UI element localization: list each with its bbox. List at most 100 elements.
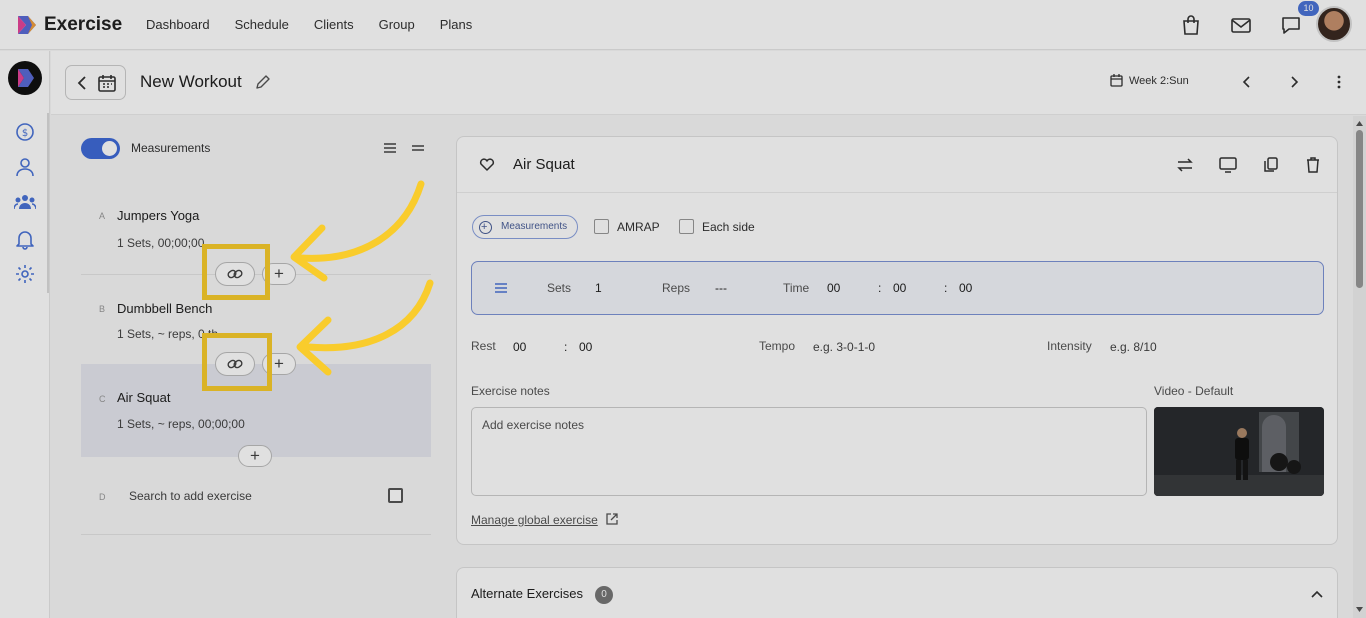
next-week-chevron-icon[interactable] (1287, 75, 1301, 89)
exercise-detail-card: Air Squat Measurements AMRAP Each side S… (456, 136, 1338, 545)
list-view-icon[interactable] (383, 141, 397, 155)
exercise-name: Jumpers Yoga (117, 208, 200, 223)
drag-handle-icon[interactable] (494, 281, 508, 295)
rest-label: Rest (471, 339, 496, 353)
measurements-toggle[interactable] (81, 138, 120, 159)
search-row-checkbox[interactable] (388, 488, 403, 503)
edit-pencil-icon[interactable] (254, 73, 272, 91)
exercise-summary: 1 Sets, 00;00;00 (117, 236, 205, 250)
nav-clients[interactable]: Clients (314, 17, 354, 32)
amrap-checkbox[interactable] (594, 219, 609, 234)
notification-badge: 10 (1298, 1, 1319, 16)
sidebar-rail (47, 113, 49, 293)
page-scrollbar[interactable] (1353, 116, 1366, 618)
nav-schedule[interactable]: Schedule (235, 17, 289, 32)
prev-week-chevron-icon[interactable] (1240, 75, 1254, 89)
rest-seconds-input[interactable]: 00 (579, 340, 592, 354)
time-seconds-input[interactable]: 00 (959, 281, 972, 295)
app-logo-icon[interactable] (16, 14, 38, 36)
svg-text:$: $ (22, 128, 28, 139)
callout-highlight-box (202, 244, 270, 300)
mail-icon[interactable] (1230, 14, 1252, 36)
main-nav: Dashboard Schedule Clients Group Plans (146, 17, 472, 32)
scroll-up-arrow-icon[interactable] (1355, 119, 1364, 127)
scroll-down-arrow-icon[interactable] (1355, 606, 1364, 614)
compact-view-icon[interactable] (411, 141, 425, 155)
copy-icon[interactable] (1262, 156, 1280, 174)
intensity-label: Intensity (1047, 339, 1092, 353)
each-side-label: Each side (702, 220, 755, 234)
workspace-logo[interactable] (8, 61, 42, 95)
alternate-exercises-card[interactable]: Alternate Exercises 0 (456, 567, 1338, 618)
exercise-summary: 1 Sets, ~ reps, 00;00;00 (117, 417, 245, 431)
alternate-exercises-title: Alternate Exercises (471, 586, 583, 601)
bell-icon[interactable] (14, 228, 36, 250)
avatar[interactable] (1316, 6, 1352, 42)
exercise-notes-label: Exercise notes (471, 384, 550, 398)
calendar-icon[interactable] (97, 73, 117, 93)
exercise-name: Dumbbell Bench (117, 301, 213, 316)
nav-plans[interactable]: Plans (440, 17, 473, 32)
divider (81, 534, 431, 535)
chevron-up-icon[interactable] (1310, 587, 1324, 601)
search-exercise-input[interactable]: Search to add exercise (129, 489, 252, 503)
top-bar: Exercise Dashboard Schedule Clients Grou… (0, 0, 1366, 50)
calendar-small-icon (1110, 74, 1123, 87)
heart-icon[interactable] (479, 157, 495, 172)
settings-icon[interactable] (14, 263, 36, 285)
exercise-letter: C (99, 394, 106, 404)
sidebar: $ (0, 51, 50, 618)
video-thumbnail[interactable] (1154, 407, 1324, 496)
exercise-notes-field[interactable]: Add exercise notes (471, 407, 1147, 496)
sets-input[interactable]: 1 (595, 281, 602, 295)
measurements-toggle-label: Measurements (131, 141, 211, 155)
time-separator: : (878, 281, 882, 295)
nav-group[interactable]: Group (379, 17, 415, 32)
back-calendar-group (65, 65, 126, 100)
measurements-pill-button[interactable]: Measurements (472, 215, 579, 239)
reps-input[interactable]: --- (715, 281, 727, 295)
exercise-notes-placeholder: Add exercise notes (482, 418, 585, 432)
trash-icon[interactable] (1305, 156, 1321, 174)
rest-minutes-input[interactable]: 00 (513, 340, 526, 354)
rest-separator: : (564, 340, 568, 354)
week-selector[interactable]: Week 2:Sun (1110, 74, 1189, 87)
workout-header: New Workout Week 2:Sun (51, 51, 1366, 115)
external-link-icon[interactable] (605, 512, 619, 526)
tempo-label: Tempo (759, 339, 796, 353)
intensity-input[interactable]: e.g. 8/10 (1110, 340, 1157, 354)
manage-global-exercise-link[interactable]: Manage global exercise (471, 513, 598, 527)
reps-label: Reps (662, 281, 691, 295)
callout-arrowhead (290, 224, 328, 282)
callout-arrow (296, 180, 425, 262)
exercise-letter: B (99, 304, 106, 314)
workspace-logo-icon (18, 69, 34, 87)
chat-icon[interactable] (1280, 14, 1302, 36)
amrap-label: AMRAP (617, 220, 660, 234)
chevron-left-icon[interactable] (74, 74, 90, 92)
exercise-letter: D (99, 492, 106, 502)
video-label: Video - Default (1154, 384, 1234, 398)
add-exercise-button[interactable]: + (238, 445, 272, 467)
more-vertical-icon[interactable] (1332, 74, 1346, 90)
callout-highlight-box (202, 333, 272, 391)
shopping-bag-icon[interactable] (1180, 14, 1202, 36)
tempo-input[interactable]: e.g. 3-0-1-0 (813, 340, 875, 354)
brand-name[interactable]: Exercise (44, 14, 122, 36)
group-icon[interactable] (14, 191, 36, 213)
exercise-name: Air Squat (117, 390, 171, 405)
exercise-title: Air Squat (513, 156, 575, 173)
page-title: New Workout (140, 72, 242, 91)
nav-dashboard[interactable]: Dashboard (146, 17, 210, 32)
swap-icon[interactable] (1176, 156, 1194, 174)
user-icon[interactable] (14, 156, 36, 178)
time-hours-input[interactable]: 00 (827, 281, 840, 295)
sets-reps-time-row: Sets 1 Reps --- Time 00 : 00 : 00 (471, 261, 1324, 315)
exercise-letter: A (99, 211, 106, 221)
sets-label: Sets (547, 281, 572, 295)
time-minutes-input[interactable]: 00 (893, 281, 906, 295)
billing-icon[interactable]: $ (14, 121, 36, 143)
scrollbar-thumb[interactable] (1356, 130, 1363, 288)
each-side-checkbox[interactable] (679, 219, 694, 234)
monitor-icon[interactable] (1218, 156, 1238, 174)
